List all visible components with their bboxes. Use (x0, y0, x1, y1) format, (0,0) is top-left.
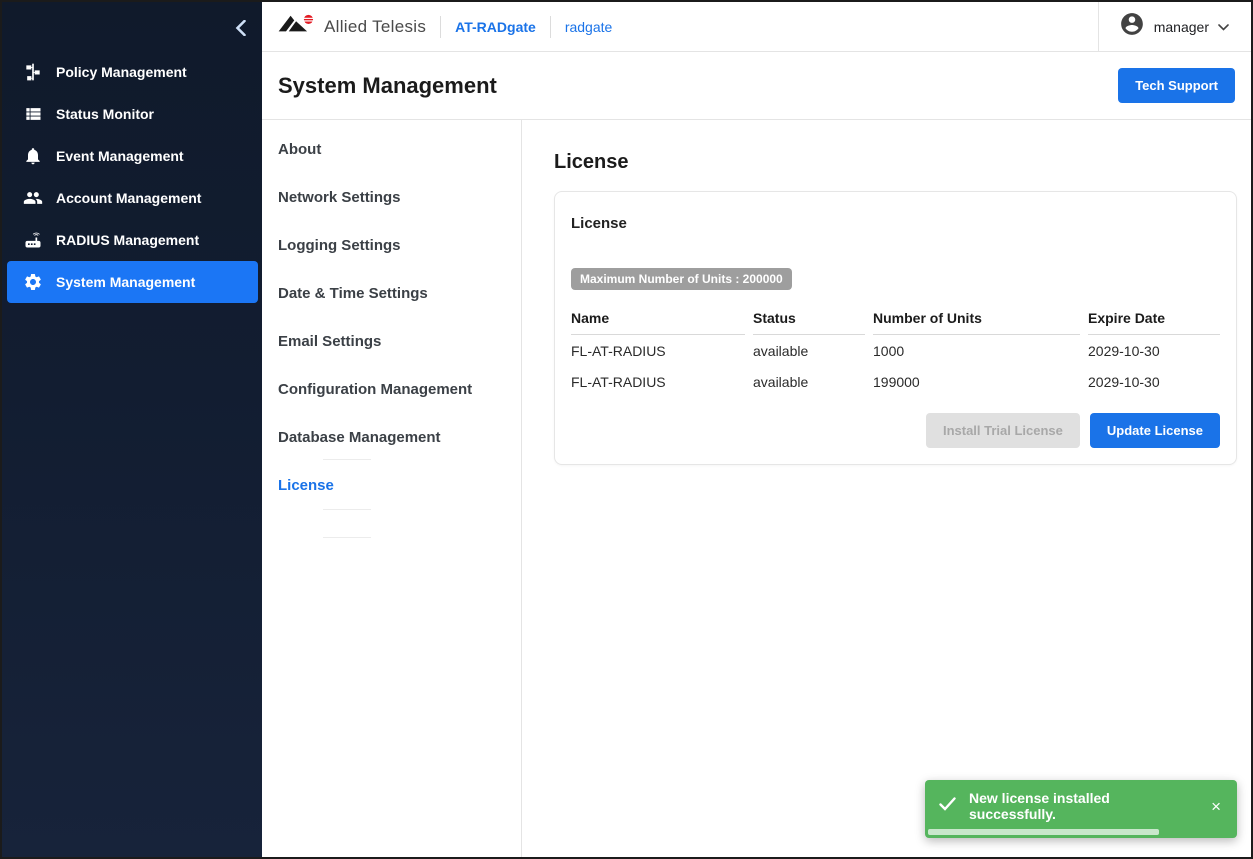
section-title: License (554, 151, 1237, 174)
breadcrumb-product[interactable]: AT-RADgate (455, 19, 536, 35)
license-table: Name Status Number of Units Expire Date … (571, 304, 1220, 397)
cell-units: 199000 (873, 366, 1080, 397)
sidebar-item-label: Policy Management (56, 64, 187, 80)
sidebar-item-status-monitor[interactable]: Status Monitor (7, 93, 258, 135)
settings-subnav: About Network Settings Logging Settings … (262, 120, 522, 857)
sidebar: Policy Management Status Monitor Event M… (2, 2, 262, 857)
list-icon (23, 104, 43, 124)
subnav-divider (323, 509, 371, 510)
license-card: License Maximum Number of Units : 200000… (554, 191, 1237, 465)
subnav-item-email-settings[interactable]: Email Settings (262, 317, 521, 365)
subnav-item-logging-settings[interactable]: Logging Settings (262, 221, 521, 269)
sidebar-item-label: Event Management (56, 148, 184, 164)
table-row: FL-AT-RADIUS available 1000 2029-10-30 (571, 335, 1220, 366)
breadcrumb-host[interactable]: radgate (565, 19, 612, 35)
account-circle-icon (1119, 11, 1145, 42)
install-trial-license-button[interactable]: Install Trial License (926, 413, 1080, 448)
subnav-item-date-time-settings[interactable]: Date & Time Settings (262, 269, 521, 317)
cell-name: FL-AT-RADIUS (571, 335, 745, 366)
page-title: System Management (278, 73, 497, 99)
check-icon (939, 797, 956, 816)
top-header: Allied Telesis AT-RADgate radgate manage… (262, 2, 1251, 52)
column-header-units: Number of Units (873, 304, 1080, 335)
cell-name: FL-AT-RADIUS (571, 366, 745, 397)
breadcrumb-divider (550, 16, 551, 38)
subnav-divider (323, 537, 371, 538)
cell-status: available (753, 366, 865, 397)
user-name: manager (1154, 19, 1209, 35)
tech-support-button[interactable]: Tech Support (1118, 68, 1235, 103)
brand-logo: Allied Telesis (278, 13, 426, 40)
policy-icon (23, 62, 43, 82)
toast-message: New license installed successfully. (969, 790, 1196, 822)
bell-icon (23, 146, 43, 166)
subnav-divider (323, 459, 371, 460)
sidebar-item-account-management[interactable]: Account Management (7, 177, 258, 219)
license-actions: Install Trial License Update License (571, 413, 1220, 448)
toast-progress-bar (928, 829, 1159, 835)
cell-status: available (753, 335, 865, 366)
subnav-item-license[interactable]: License (262, 461, 521, 509)
chevron-down-icon (1218, 18, 1229, 36)
cell-expire: 2029-10-30 (1088, 335, 1220, 366)
subnav-item-about[interactable]: About (262, 125, 521, 173)
cell-units: 1000 (873, 335, 1080, 366)
chevron-left-icon (234, 20, 248, 36)
column-header-name: Name (571, 304, 745, 335)
sidebar-collapse-button[interactable] (232, 18, 250, 38)
sidebar-item-system-management[interactable]: System Management (7, 261, 258, 303)
sidebar-item-label: System Management (56, 274, 195, 290)
sidebar-nav: Policy Management Status Monitor Event M… (2, 2, 262, 303)
license-table-header: Name Status Number of Units Expire Date (571, 304, 1220, 335)
gear-icon (23, 272, 43, 292)
sidebar-item-label: Account Management (56, 190, 201, 206)
brand-name: Allied Telesis (324, 17, 426, 37)
column-header-expire: Expire Date (1088, 304, 1220, 335)
sidebar-item-label: RADIUS Management (56, 232, 199, 248)
table-row: FL-AT-RADIUS available 199000 2029-10-30 (571, 366, 1220, 397)
cell-expire: 2029-10-30 (1088, 366, 1220, 397)
user-menu[interactable]: manager (1098, 2, 1251, 51)
sidebar-item-event-management[interactable]: Event Management (7, 135, 258, 177)
sidebar-item-label: Status Monitor (56, 106, 154, 122)
people-icon (23, 188, 43, 208)
subnav-item-database-management[interactable]: Database Management (262, 413, 521, 461)
allied-telesis-logo-icon (278, 13, 316, 40)
license-card-title: License (571, 215, 1220, 232)
breadcrumb-divider (440, 16, 441, 38)
main-area: Allied Telesis AT-RADgate radgate manage… (262, 2, 1251, 857)
page-title-bar: System Management Tech Support (262, 52, 1251, 120)
update-license-button[interactable]: Update License (1090, 413, 1220, 448)
max-units-badge: Maximum Number of Units : 200000 (571, 268, 792, 290)
app-window: Policy Management Status Monitor Event M… (0, 0, 1253, 859)
subnav-item-configuration-management[interactable]: Configuration Management (262, 365, 521, 413)
success-toast: New license installed successfully. × (925, 780, 1237, 838)
toast-close-button[interactable]: × (1209, 796, 1223, 817)
column-header-status: Status (753, 304, 865, 335)
router-icon (23, 230, 43, 250)
subnav-item-network-settings[interactable]: Network Settings (262, 173, 521, 221)
sidebar-item-policy-management[interactable]: Policy Management (7, 51, 258, 93)
content-area: About Network Settings Logging Settings … (262, 120, 1251, 857)
sidebar-item-radius-management[interactable]: RADIUS Management (7, 219, 258, 261)
license-panel: License License Maximum Number of Units … (522, 120, 1251, 857)
